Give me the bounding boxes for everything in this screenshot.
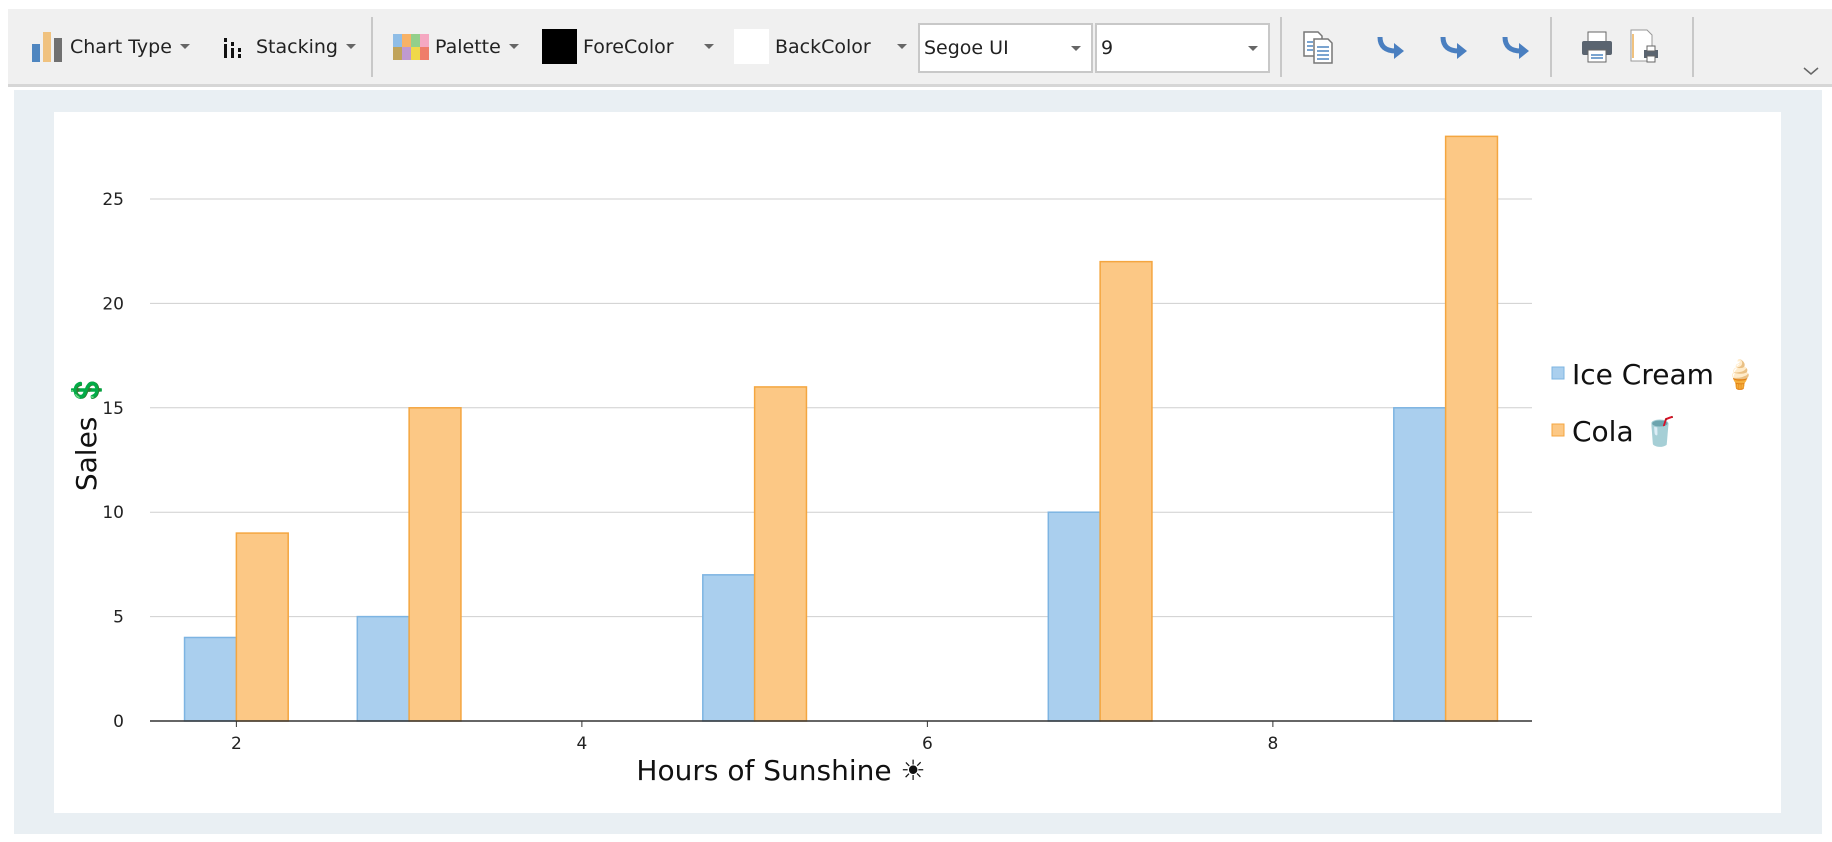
- print-icon: [1582, 31, 1612, 62]
- chart-type-label: Chart Type: [70, 35, 172, 58]
- stacking-button[interactable]: Stacking: [222, 9, 356, 84]
- x-tick-label: 8: [1267, 734, 1278, 754]
- y-tick-label: 25: [102, 190, 124, 210]
- y-axis-title: Sales 💲: [70, 373, 103, 491]
- backcolor-button[interactable]: BackColor: [734, 9, 907, 84]
- export-button-3[interactable]: [1501, 9, 1533, 84]
- copy-icon: [1303, 30, 1333, 64]
- x-tick-label: 4: [576, 734, 587, 754]
- chevron-down-icon: [1803, 66, 1819, 75]
- x-axis-title: Hours of Sunshine ☀: [636, 754, 925, 787]
- forecolor-label: ForeColor: [583, 35, 674, 58]
- print-preview-button[interactable]: [1628, 9, 1662, 84]
- separator: [1280, 17, 1282, 77]
- legend-label: Ice Cream 🍦: [1572, 358, 1758, 391]
- bar-ice-cream: [183, 636, 238, 722]
- caret-icon: [896, 44, 907, 49]
- bar-ice-cream: [1393, 407, 1447, 722]
- bar-cola: [408, 407, 462, 722]
- legend-swatch: [1551, 423, 1565, 437]
- bar-chart: 0 5 10 15 20 25 2 4 6 8 Hours of Sunshine ☀ Sales 💲…: [70, 135, 1758, 787]
- y-tick-label: 20: [102, 294, 124, 314]
- caret-icon: [1248, 45, 1258, 51]
- export-arrow-icon: [1377, 36, 1404, 59]
- export-button-2[interactable]: [1439, 9, 1471, 84]
- stacking-label: Stacking: [256, 35, 338, 58]
- font-size-select[interactable]: 9: [1095, 23, 1270, 73]
- caret-icon: [1071, 45, 1081, 51]
- x-tick-label: 6: [922, 734, 933, 754]
- y-tick-label: 5: [113, 608, 124, 628]
- font-family-value: Segoe UI: [924, 37, 1009, 59]
- caret-icon: [345, 44, 356, 49]
- font-family-select[interactable]: Segoe UI: [918, 23, 1093, 73]
- bar-cola: [753, 386, 808, 722]
- print-preview-icon: [1630, 29, 1658, 62]
- x-tick-label: 2: [231, 734, 242, 754]
- chart-type-button[interactable]: Chart Type: [30, 9, 190, 84]
- caret-icon: [508, 44, 519, 49]
- bar-ice-cream: [702, 574, 756, 722]
- export-button-1[interactable]: [1376, 9, 1408, 84]
- caret-icon: [703, 44, 714, 49]
- stacking-icon: [224, 37, 241, 58]
- bar-ice-cream: [356, 615, 410, 722]
- bar-ice-cream: [1047, 511, 1101, 722]
- separator: [1550, 17, 1552, 77]
- backcolor-swatch: [734, 29, 769, 64]
- bar-cola: [235, 532, 289, 722]
- bar-chart-icon: [32, 31, 62, 62]
- legend-swatch: [1551, 366, 1565, 380]
- palette-button[interactable]: Palette: [393, 9, 519, 84]
- y-tick-label: 0: [113, 712, 124, 732]
- legend-label: Cola 🥤: [1572, 415, 1677, 448]
- export-arrow-icon: [1440, 36, 1467, 59]
- print-button[interactable]: [1580, 9, 1614, 84]
- copy-button[interactable]: [1302, 9, 1334, 84]
- palette-label: Palette: [435, 35, 501, 58]
- bar-cola: [1099, 260, 1153, 722]
- forecolor-button[interactable]: ForeColor: [542, 9, 714, 84]
- separator: [371, 17, 373, 77]
- separator: [1692, 17, 1694, 77]
- caret-icon: [179, 44, 190, 49]
- palette-icon: [393, 33, 429, 60]
- bar-cola: [1444, 135, 1499, 722]
- y-tick-label: 10: [102, 503, 124, 523]
- font-size-value: 9: [1101, 37, 1114, 59]
- y-tick-label: 15: [102, 399, 124, 419]
- backcolor-label: BackColor: [775, 35, 871, 58]
- toolbar: Chart Type Stacking Palette ForeColor Ba…: [8, 9, 1832, 87]
- forecolor-swatch: [542, 29, 577, 64]
- export-arrow-icon: [1502, 36, 1529, 59]
- chart-panel: 0 5 10 15 20 25 2 4 6 8 Hours of Sunshine ☀ Sales 💲…: [54, 112, 1781, 813]
